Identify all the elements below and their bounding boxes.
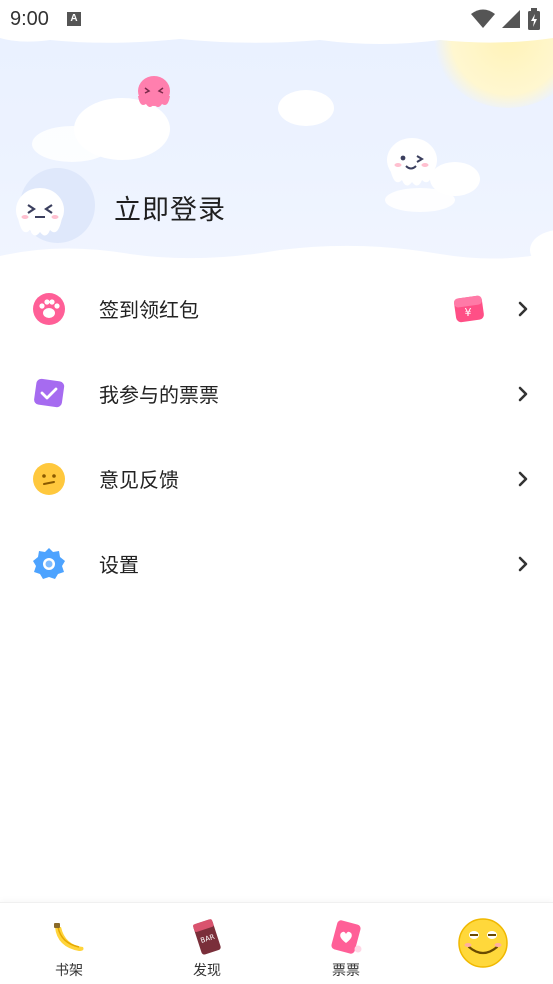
status-left: 9:00 A <box>10 8 81 31</box>
red-packet-symbol: ¥ <box>465 306 472 319</box>
nav-item-bookshelf[interactable]: 书架 <box>19 903 119 984</box>
menu-item-label: 签到领红包 <box>99 298 199 322</box>
nav-label: 书架 <box>55 963 83 979</box>
menu-item-feedback[interactable]: 意见反馈 <box>0 436 553 521</box>
ghost-mascot-icon <box>387 138 437 186</box>
nav-label: 票票 <box>332 963 360 979</box>
menu-item-label: 意见反馈 <box>99 468 179 492</box>
smiley-avatar-icon <box>458 918 508 968</box>
chocolate-icon: BAR <box>193 919 221 955</box>
face-icon <box>33 462 65 495</box>
chevron-right-icon <box>518 301 528 316</box>
bottom-nav: 书架 BAR 发现 票票 <box>0 902 553 984</box>
nav-item-profile[interactable] <box>433 903 533 984</box>
menu-item-settings[interactable]: 设置 <box>0 521 553 606</box>
wifi-icon <box>471 9 495 28</box>
paw-icon <box>33 292 65 325</box>
red-packet-icon: ¥ <box>453 295 484 322</box>
header-wave <box>0 245 553 266</box>
battery-icon <box>528 8 540 30</box>
cloud-decoration <box>32 126 112 162</box>
pink-mascot-icon <box>138 76 170 107</box>
nav-item-discover[interactable]: BAR 发现 <box>157 903 257 984</box>
menu-item-label: 设置 <box>99 553 139 577</box>
nav-item-tickets[interactable]: 票票 <box>296 903 396 984</box>
signal-icon <box>502 10 520 28</box>
menu-item-checkin[interactable]: 签到领红包 ¥ <box>0 266 553 351</box>
banana-icon <box>54 923 84 951</box>
chevron-right-icon <box>518 386 528 401</box>
status-right <box>471 8 541 30</box>
ghost-avatar-icon <box>16 188 64 236</box>
top-cloud-edge <box>0 38 553 44</box>
nav-label: 发现 <box>193 963 221 979</box>
ticket-check-icon <box>34 378 65 407</box>
login-button[interactable]: 立即登录 <box>114 188 226 227</box>
profile-header: 立即登录 <box>0 38 553 266</box>
chevron-right-icon <box>518 556 528 571</box>
status-bar: 9:00 A <box>0 0 553 38</box>
chevron-right-icon <box>518 471 528 486</box>
heart-ticket-icon <box>331 920 362 954</box>
status-time: 9:00 <box>10 7 49 30</box>
menu-list: 签到领红包 ¥ 我参与的票票 意见反馈 设置 <box>0 266 553 606</box>
avatar[interactable] <box>16 168 95 243</box>
cloud-decoration <box>278 90 334 126</box>
menu-item-label: 我参与的票票 <box>99 383 219 407</box>
notification-icon: A <box>66 12 81 26</box>
menu-item-my-tickets[interactable]: 我参与的票票 <box>0 351 553 436</box>
gear-icon <box>33 547 65 579</box>
